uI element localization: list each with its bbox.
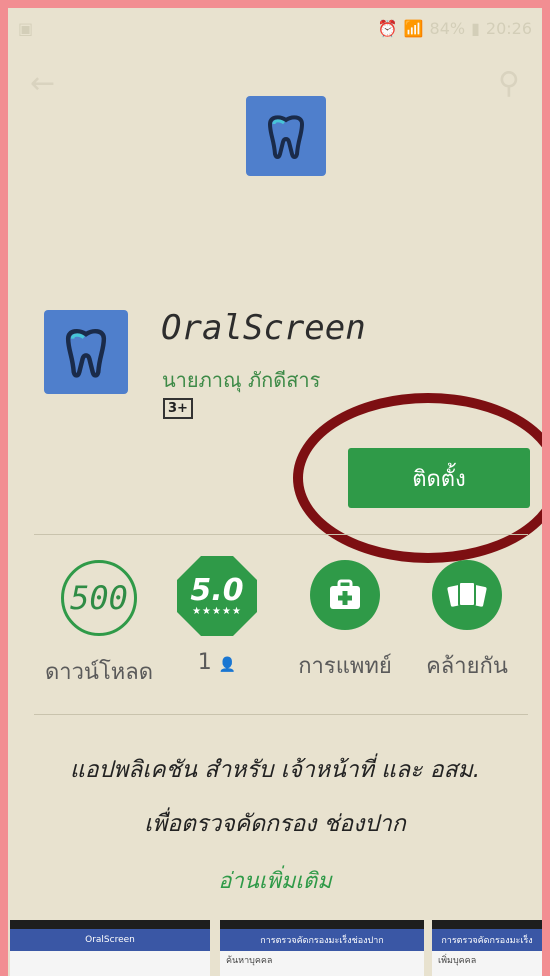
hero-app-icon [246, 96, 326, 176]
app-icon [44, 310, 128, 394]
rating-value: 5.0 [190, 572, 244, 608]
screenshot-subtitle: เพิ่มบุคคล [438, 956, 477, 966]
description-line: แอปพลิเคชัน สำหรับ เจ้าหน้าที่ และ อสม. [69, 757, 481, 783]
screenshots-strip[interactable]: OralScreen การตรวจคัดกรองมะเร็งช่องปาก ค… [8, 920, 542, 976]
screenshot-thumbnail[interactable]: การตรวจคัดกรองมะเร็ง เพิ่มบุคคล [432, 920, 542, 976]
similar-stat[interactable]: คล้ายกัน [408, 560, 526, 683]
downloads-stat: 500 ดาวน์โหลด [40, 560, 158, 689]
screenshot-thumbnail[interactable]: OralScreen [10, 920, 210, 976]
wifi-signal-icon: 📶 [403, 18, 424, 38]
read-more-link[interactable]: อ่านเพิ่มเติม [8, 863, 542, 898]
back-arrow-icon[interactable]: ← [30, 66, 55, 101]
rating-count: 1 [197, 650, 212, 675]
status-bar: ▣ ⏰ 📶 84% ▮ 20:26 [8, 8, 542, 48]
rating-stat[interactable]: 5.0 ★★★★★ 1 👤 [158, 556, 276, 675]
stars-icon: ★★★★★ [192, 605, 242, 617]
person-icon: 👤 [218, 657, 237, 673]
screenshot-subtitle [10, 951, 210, 955]
clock: 20:26 [485, 18, 532, 38]
search-icon[interactable]: ⚲ [498, 66, 520, 101]
install-button[interactable]: ติดตั้ง [348, 448, 530, 508]
rating-badge: 5.0 ★★★★★ [177, 556, 257, 636]
rating-count-label: 1 👤 [158, 650, 276, 675]
image-notification-icon: ▣ [18, 18, 34, 38]
divider [34, 534, 528, 535]
screenshot-title: การตรวจคัดกรองมะเร็ง [432, 929, 542, 951]
screenshot-subtitle: ค้นหาบุคคล [226, 956, 273, 966]
description-line: เพื่อตรวจคัดกรอง ช่องปาก [144, 811, 406, 837]
similar-apps-icon [432, 560, 502, 630]
content-rating-badge: 3+ [163, 398, 193, 419]
divider [34, 714, 528, 715]
similar-label: คล้ายกัน [426, 654, 508, 679]
downloads-label: ดาวน์โหลด [44, 660, 154, 685]
category-label: การแพทย์ [298, 654, 392, 679]
medical-kit-icon [310, 560, 380, 630]
app-description: แอปพลิเคชัน สำหรับ เจ้าหน้าที่ และ อสม. … [8, 743, 542, 851]
battery-level: 84% [429, 18, 466, 38]
screenshot-title: OralScreen [10, 929, 210, 951]
tooth-icon [267, 115, 305, 159]
battery-icon: ▮ [471, 18, 480, 38]
screenshot-title: การตรวจคัดกรองมะเร็งช่องปาก [220, 929, 424, 951]
phone-screen: ▣ ⏰ 📶 84% ▮ 20:26 ← ⚲ OralScreen นายภาณุ… [8, 8, 542, 976]
downloads-count: 500 [61, 560, 137, 636]
status-icons: ⏰ 📶 84% ▮ 20:26 [378, 19, 532, 38]
category-stat[interactable]: การแพทย์ [286, 560, 404, 683]
alarm-icon: ⏰ [377, 18, 398, 38]
app-title: OralScreen [161, 308, 366, 348]
tooth-icon [65, 329, 107, 378]
developer-name[interactable]: นายภาณุ ภักดีสาร [162, 364, 320, 396]
screenshot-thumbnail[interactable]: การตรวจคัดกรองมะเร็งช่องปาก ค้นหาบุคคล [220, 920, 424, 976]
